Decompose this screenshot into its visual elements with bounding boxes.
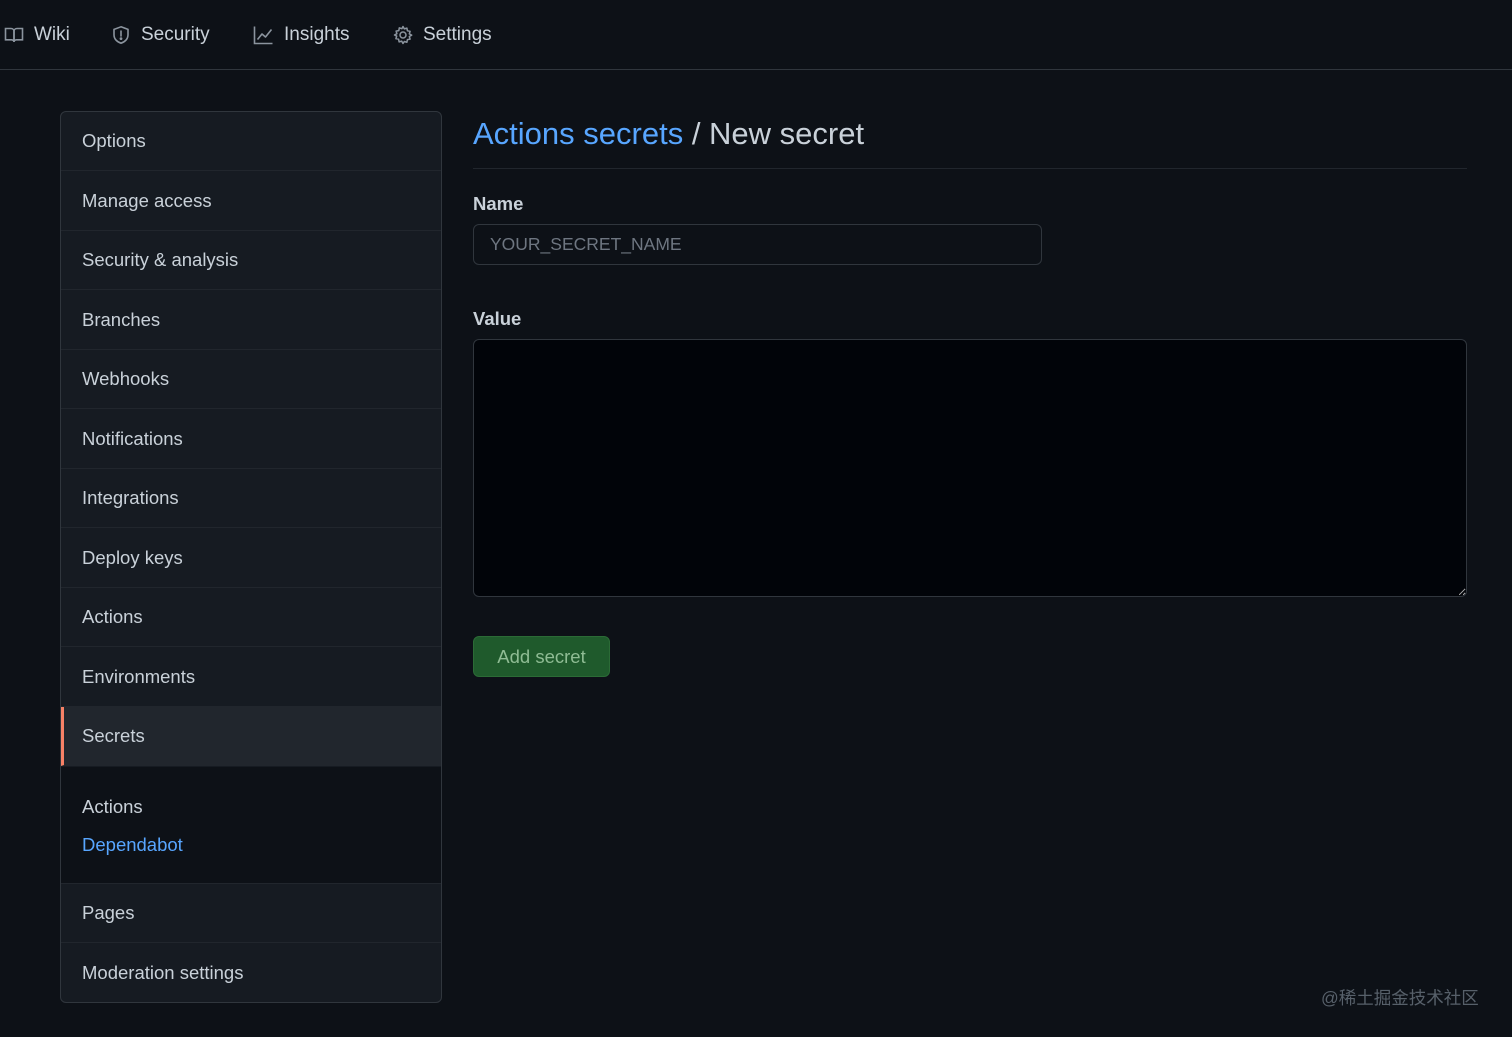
sidebar-item-label: Deploy keys xyxy=(82,547,183,568)
subnav-item-actions[interactable]: Actions xyxy=(82,796,143,818)
watermark: @稀土掘金技术社区 xyxy=(1321,988,1479,1008)
secrets-subnav: Actions Dependabot xyxy=(61,767,441,884)
value-field-label: Value xyxy=(473,308,522,329)
sidebar-item-label: Actions xyxy=(82,606,143,627)
tab-security-label: Security xyxy=(141,24,210,45)
gear-icon xyxy=(393,25,413,45)
name-field-label: Name xyxy=(473,193,524,214)
sidebar-item-label: Options xyxy=(82,130,146,151)
sidebar-item-label: Branches xyxy=(82,309,161,330)
sidebar-item-manage-access[interactable]: Manage access xyxy=(61,172,441,231)
sidebar-item-label: Manage access xyxy=(82,190,212,211)
secret-value-textarea[interactable] xyxy=(473,339,1467,597)
breadcrumb-actions-secrets-link[interactable]: Actions secrets xyxy=(473,116,683,151)
sidebar-item-label: Secrets xyxy=(82,725,145,746)
sidebar-item-webhooks[interactable]: Webhooks xyxy=(61,350,441,409)
sidebar-item-integrations[interactable]: Integrations xyxy=(61,469,441,528)
sidebar-item-label: Integrations xyxy=(82,487,179,508)
book-icon xyxy=(4,25,24,45)
sidebar-item-pages[interactable]: Pages xyxy=(61,884,441,943)
tab-settings[interactable]: Settings xyxy=(393,0,492,70)
sidebar-item-branches[interactable]: Branches xyxy=(61,291,441,350)
tab-insights[interactable]: Insights xyxy=(253,0,349,70)
sidebar-item-label: Moderation settings xyxy=(82,961,244,983)
sidebar-item-label: Pages xyxy=(82,902,135,923)
tab-security[interactable]: Security xyxy=(111,0,210,70)
sidebar-item-notifications[interactable]: Notifications xyxy=(61,410,441,469)
subnav-item-dependabot[interactable]: Dependabot xyxy=(82,834,183,856)
sidebar-item-secrets[interactable]: Secrets xyxy=(61,707,441,766)
secret-name-input[interactable] xyxy=(473,224,1042,265)
settings-sidebar: Options Manage access Security & analysi… xyxy=(60,111,442,1003)
sidebar-item-moderation-settings[interactable]: Moderation settings xyxy=(61,943,441,1002)
page-title: Actions secrets / New secret xyxy=(473,116,864,152)
sidebar-item-label: Webhooks xyxy=(82,368,170,389)
tab-insights-label: Insights xyxy=(284,24,350,45)
tab-wiki[interactable]: Wiki xyxy=(4,0,70,70)
sidebar-item-actions[interactable]: Actions xyxy=(61,588,441,647)
sidebar-item-label: Security & analysis xyxy=(82,249,239,270)
sidebar-item-deploy-keys[interactable]: Deploy keys xyxy=(61,529,441,588)
repo-tab-nav: Wiki Security Insights Settings xyxy=(0,0,1512,70)
sidebar-item-environments[interactable]: Environments xyxy=(61,648,441,707)
sidebar-item-options[interactable]: Options xyxy=(61,112,441,171)
graph-icon xyxy=(253,25,274,45)
sidebar-item-label: Environments xyxy=(82,666,196,687)
shield-icon xyxy=(111,25,131,45)
tab-settings-label: Settings xyxy=(423,24,492,45)
tab-wiki-label: Wiki xyxy=(34,24,70,45)
heading-divider xyxy=(473,168,1467,169)
sidebar-item-label: Notifications xyxy=(82,428,183,449)
add-secret-button[interactable]: Add secret xyxy=(473,636,610,677)
breadcrumb-separator: / xyxy=(683,116,710,151)
page-title-text: New secret xyxy=(709,116,865,151)
sidebar-item-security-analysis[interactable]: Security & analysis xyxy=(61,231,441,290)
